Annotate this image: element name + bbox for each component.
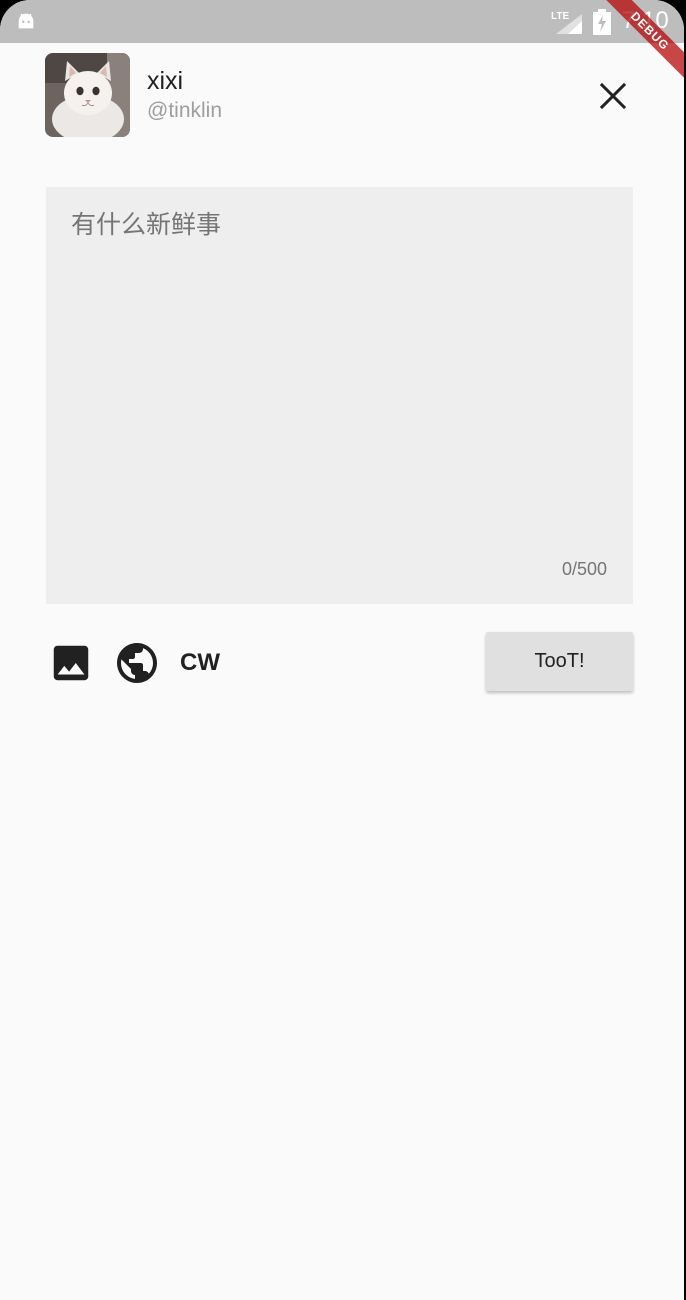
image-icon[interactable] (48, 640, 94, 686)
content-warning-button[interactable]: CW (180, 648, 220, 678)
close-icon[interactable] (592, 75, 634, 117)
character-counter: 0/500 (561, 559, 607, 579)
compose-box: 0/500 (46, 187, 633, 604)
username: @tinklin (147, 99, 223, 122)
compose-input[interactable] (46, 187, 633, 604)
avatar[interactable] (45, 53, 130, 137)
battery-charging-icon (593, 9, 611, 35)
signal-icon (556, 14, 582, 34)
status-bar: LTE 7:10 DEBUG (0, 0, 684, 85)
cat-avatar-image (45, 53, 130, 137)
display-name: xixi (147, 67, 184, 95)
globe-icon[interactable] (113, 639, 161, 687)
toot-button[interactable]: TooT! (486, 632, 633, 691)
compose-screen: LTE 7:10 DEBUG xixi (0, 0, 684, 1300)
android-icon (18, 13, 34, 29)
